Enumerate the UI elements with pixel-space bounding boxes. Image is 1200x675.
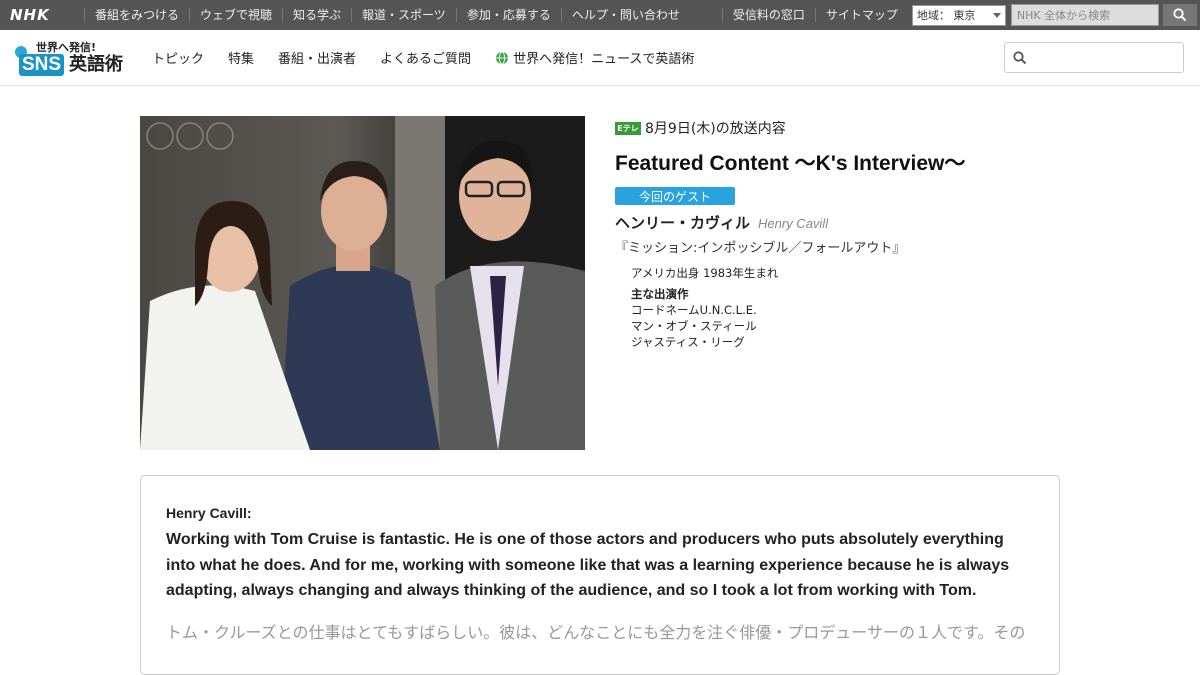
- work-item: マン・オブ・スティール: [631, 319, 757, 333]
- nav-features[interactable]: 特集: [228, 48, 254, 67]
- global-search-placeholder: NHK 全体から検索: [1016, 9, 1111, 22]
- guest-name: ヘンリー・カヴィル: [615, 214, 751, 232]
- guest-badge: 今回のゲスト: [615, 187, 735, 205]
- global-nav-find-programs[interactable]: 番組をみつける: [84, 8, 189, 22]
- search-icon: [1173, 8, 1187, 22]
- global-nav-participate[interactable]: 参加・応募する: [455, 8, 561, 22]
- channel-badge: Eテレ: [615, 121, 641, 135]
- speaker-label: Henry Cavill:: [166, 505, 252, 521]
- global-search-button[interactable]: [1162, 4, 1197, 26]
- program-logo-sns: SNS: [19, 53, 65, 76]
- nav-news-english[interactable]: 世界へ発信！ニュースで英語術: [495, 48, 694, 67]
- interview-translation: トム・クルーズとの仕事はとてもすばらしい。彼は、どんなことにも全力を注ぐ俳優・プ…: [166, 623, 1026, 642]
- work-item: コードネームU.N.C.L.E.: [631, 303, 757, 317]
- movie-title: 『ミッション:インポッシブル／フォールアウト』: [615, 241, 906, 256]
- guest-profile: アメリカ出身 1983年生まれ 主な出演作 コードネームU.N.C.L.E. マ…: [631, 265, 1065, 350]
- global-nav-fee[interactable]: 受信料の窓口: [721, 8, 815, 22]
- global-nav-help[interactable]: ヘルプ・問い合わせ: [560, 8, 690, 22]
- interview-quote: Working with Tom Cruise is fantastic. He…: [166, 531, 1010, 599]
- global-nav-watch-web[interactable]: ウェブで視聴: [189, 8, 282, 22]
- global-nav-sitemap[interactable]: サイトマップ: [814, 8, 908, 22]
- program-header: 世界へ発信! SNS 英語術 トピック 特集 番組・出演者 よくあるご質問 世界…: [0, 30, 1200, 86]
- interview-card: Henry Cavill: Working with Tom Cruise is…: [140, 475, 1060, 675]
- globe-icon: [496, 51, 509, 64]
- chevron-down-icon: [992, 12, 1001, 18]
- nav-topics[interactable]: トピック: [152, 48, 204, 67]
- global-search-input[interactable]: NHK 全体から検索: [1010, 4, 1159, 26]
- search-icon: [1013, 50, 1027, 64]
- nhk-logo[interactable]: NHK: [10, 6, 66, 24]
- guest-photo-image: [140, 116, 585, 450]
- global-nav-news-sports[interactable]: 報道・スポーツ: [351, 8, 456, 22]
- guest-birth: アメリカ出身 1983年生まれ: [631, 266, 779, 280]
- program-search-input[interactable]: [1004, 42, 1184, 73]
- episode-info: Eテレ 8月9日(木)の放送内容 Featured Content 〜K's I…: [615, 118, 1065, 350]
- guest-name-en: Henry Cavill: [758, 216, 829, 231]
- works-heading: 主な出演作: [631, 287, 689, 301]
- broadcast-date-row: Eテレ 8月9日(木)の放送内容: [615, 118, 1065, 138]
- program-logo[interactable]: 世界へ発信! SNS 英語術: [15, 38, 123, 78]
- nav-news-english-label: 世界へ発信！ニュースで英語術: [513, 52, 695, 67]
- nav-programs-cast[interactable]: 番組・出演者: [278, 48, 356, 67]
- guest-photo: [140, 116, 585, 450]
- work-item: ジャスティス・リーグ: [631, 335, 745, 349]
- guest-name-row: ヘンリー・カヴィル Henry Cavill: [615, 212, 1065, 233]
- episode-title: Featured Content 〜K's Interview〜: [615, 152, 966, 175]
- global-nav-learn[interactable]: 知る学ぶ: [282, 8, 351, 22]
- global-nav-links: 番組をみつける ウェブで視聴 知る学ぶ 報道・スポーツ 参加・応募する ヘルプ・…: [84, 8, 690, 22]
- global-nav-links-secondary: 受信料の窓口 サイトマップ: [721, 8, 908, 22]
- program-logo-tagline: 世界へ発信!: [36, 40, 97, 54]
- region-select-value: 地域： 東京: [916, 9, 976, 22]
- program-logo-title: 英語術: [69, 53, 123, 75]
- nav-faq[interactable]: よくあるご質問: [380, 48, 471, 67]
- program-nav: トピック 特集 番組・出演者 よくあるご質問 世界へ発信！ニュースで英語術: [152, 48, 718, 67]
- region-select[interactable]: 地域： 東京: [911, 4, 1006, 26]
- global-nav-bar: NHK 番組をみつける ウェブで視聴 知る学ぶ 報道・スポーツ 参加・応募する …: [0, 0, 1200, 30]
- broadcast-date: 8月9日(木)の放送内容: [645, 121, 786, 137]
